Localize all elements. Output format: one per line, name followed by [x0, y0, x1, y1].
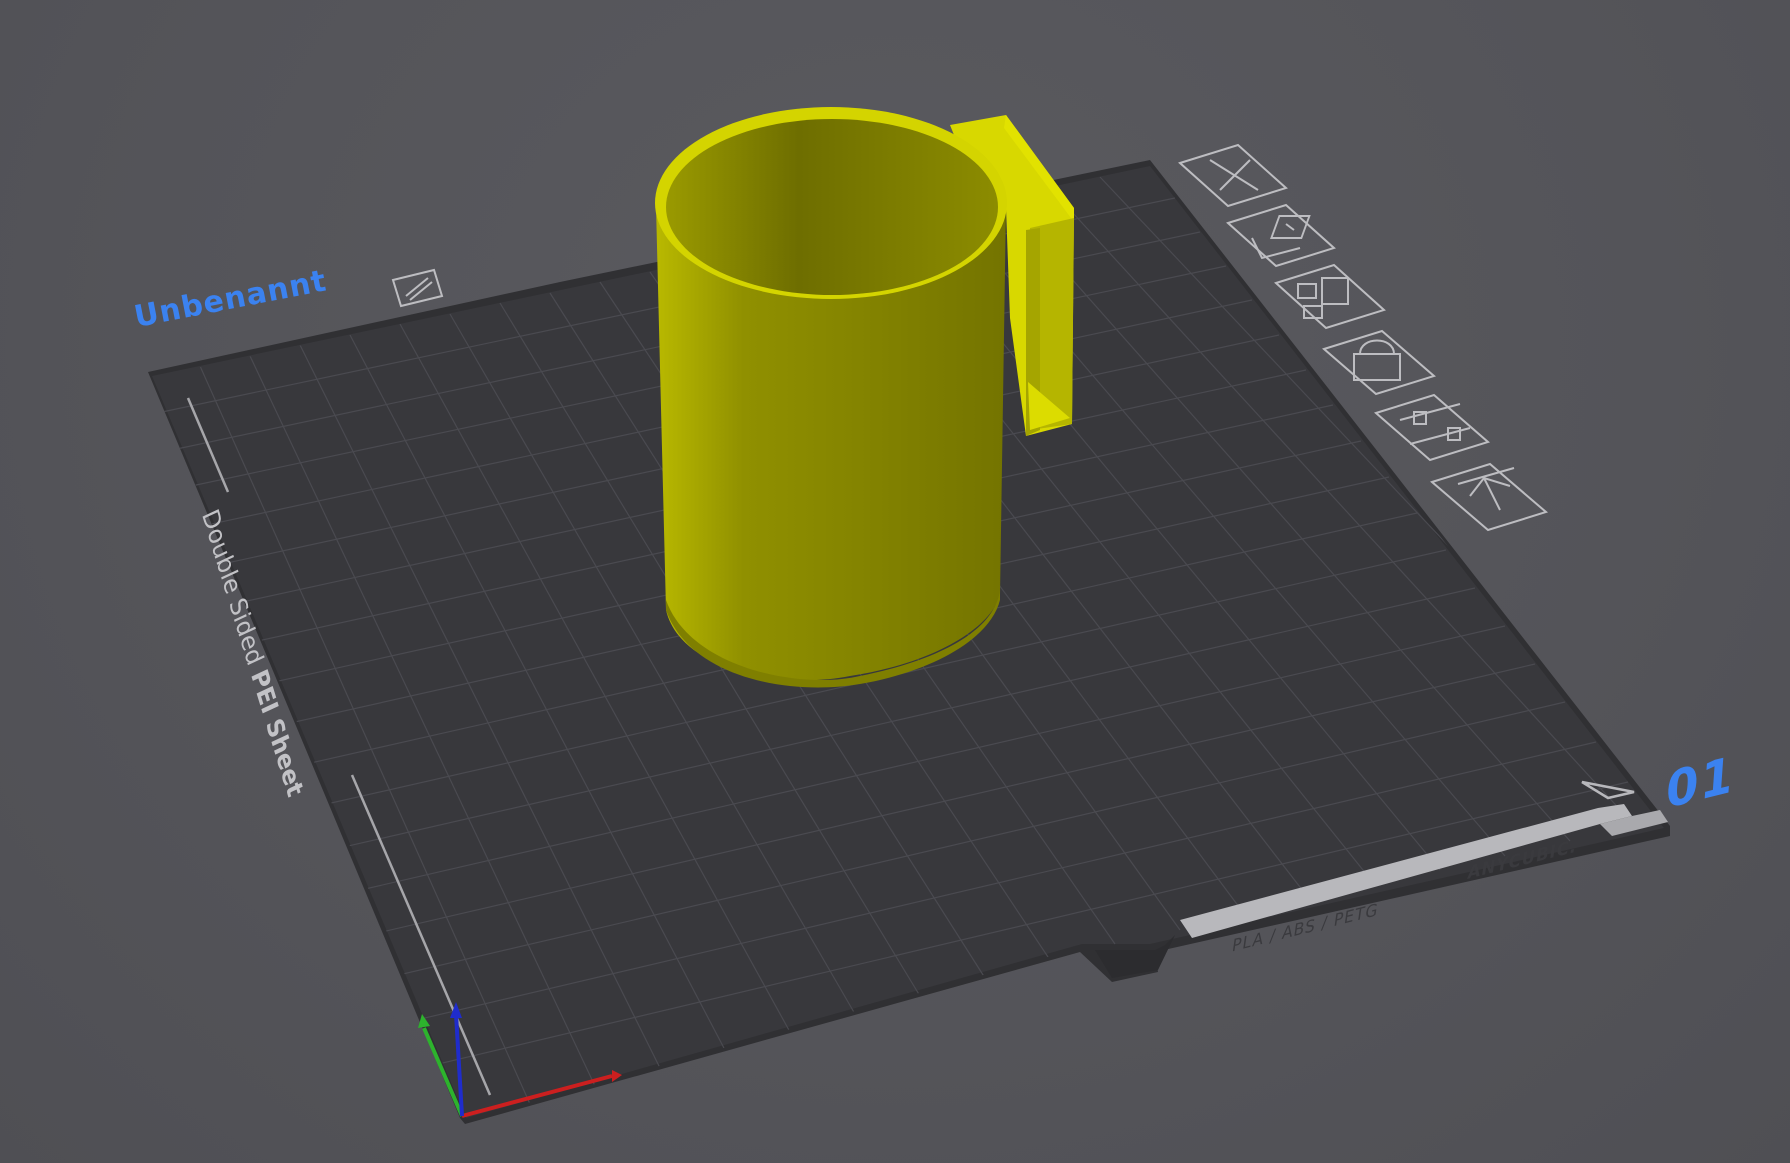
edit-plate-name-button[interactable]: [391, 268, 444, 308]
3d-viewport[interactable]: [0, 0, 1790, 1163]
arrange-button[interactable]: [1274, 263, 1386, 330]
pencil-icon: [405, 277, 433, 301]
close-icon: [1209, 159, 1259, 191]
auto-orient-button[interactable]: [1226, 203, 1336, 268]
lock-icon: [1353, 339, 1401, 381]
move-to-top-button[interactable]: [1429, 462, 1549, 532]
plate-settings-button[interactable]: [1373, 393, 1491, 462]
arrow-up-icon: [1457, 467, 1515, 511]
lock-plate-button[interactable]: [1321, 329, 1437, 396]
sliders-icon: [1399, 403, 1471, 445]
arrange-icon: [1297, 277, 1349, 319]
delete-plate-button[interactable]: [1178, 143, 1288, 208]
